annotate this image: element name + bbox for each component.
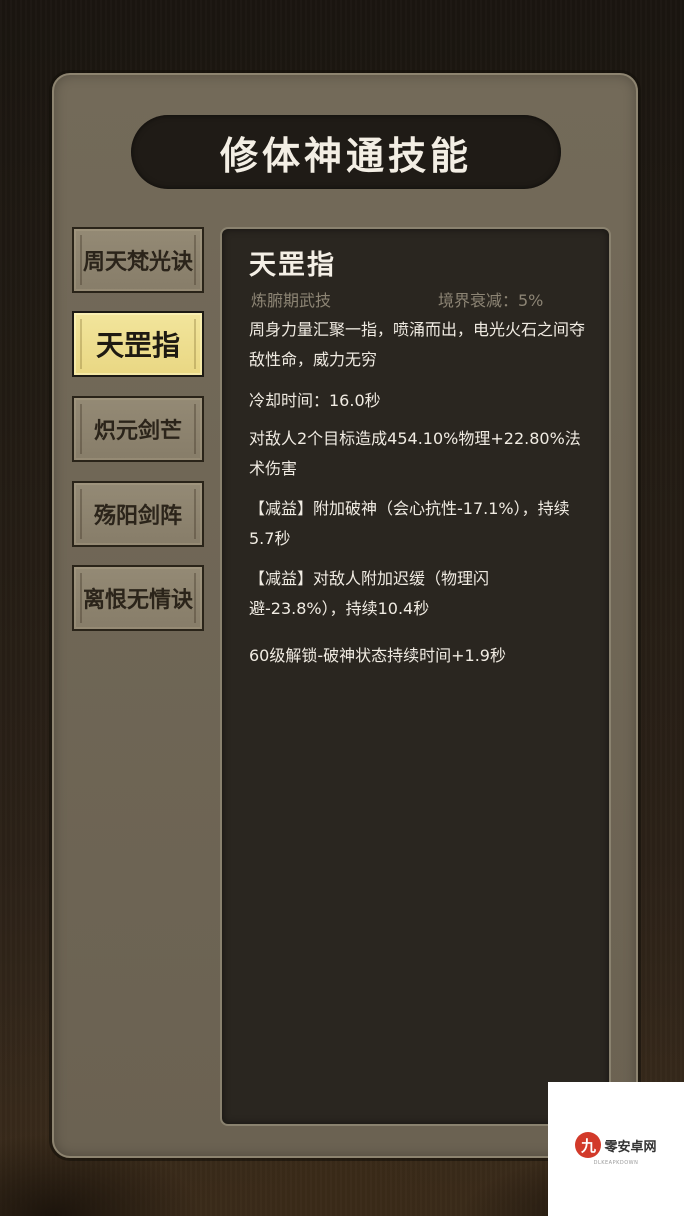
site-watermark: 九 零安卓网 DLKEAPKDOWN — [548, 1082, 684, 1216]
tab-skill-2-selected[interactable]: 天罡指 — [72, 311, 204, 377]
tab-skill-1[interactable]: 周天梵光诀 — [72, 227, 204, 293]
watermark-text: 零安卓网 — [604, 1139, 657, 1155]
page-title: 修体神通技能 — [219, 132, 472, 178]
skill-damage: 对敌人2个目标造成454.10%物理+22.80%法术伤害 — [249, 429, 581, 478]
title-bar: 修体神通技能 — [131, 115, 561, 189]
skill-name: 天罡指 — [249, 250, 336, 281]
watermark-logo-icon: 九 — [575, 1132, 602, 1158]
tab-skill-4[interactable]: 殇阳剑阵 — [72, 481, 204, 547]
realm-decay: 境界衰减：5% — [438, 291, 544, 310]
skill-description: 周身力量汇聚一指，喷涌而出，电光火石之间夺敌性命，威力无穷 — [249, 320, 586, 369]
tab-label: 周天梵光诀 — [82, 249, 193, 275]
tab-label: 炽元剑芒 — [93, 418, 182, 444]
tab-label: 殇阳剑阵 — [93, 503, 182, 529]
skill-cooldown: 冷却时间：16.0秒 — [249, 391, 381, 410]
skill-debuff-1: 【减益】附加破神（会心抗性-17.1%），持续5.7秒 — [249, 499, 570, 548]
skill-debuff-2: 【减益】对敌人附加迟缓（物理闪避-23.8%），持续10.4秒 — [249, 569, 490, 618]
tab-label: 天罡指 — [95, 329, 180, 362]
skill-unlock-bonus: 60级解锁-破神状态持续时间+1.9秒 — [249, 646, 506, 665]
skill-type: 炼腑期武技 — [251, 291, 332, 310]
watermark-subtext: DLKEAPKDOWN — [593, 1160, 639, 1166]
tab-label: 离恨无情诀 — [82, 587, 193, 613]
tab-skill-5[interactable]: 离恨无情诀 — [72, 565, 204, 631]
tab-skill-3[interactable]: 炽元剑芒 — [72, 396, 204, 462]
